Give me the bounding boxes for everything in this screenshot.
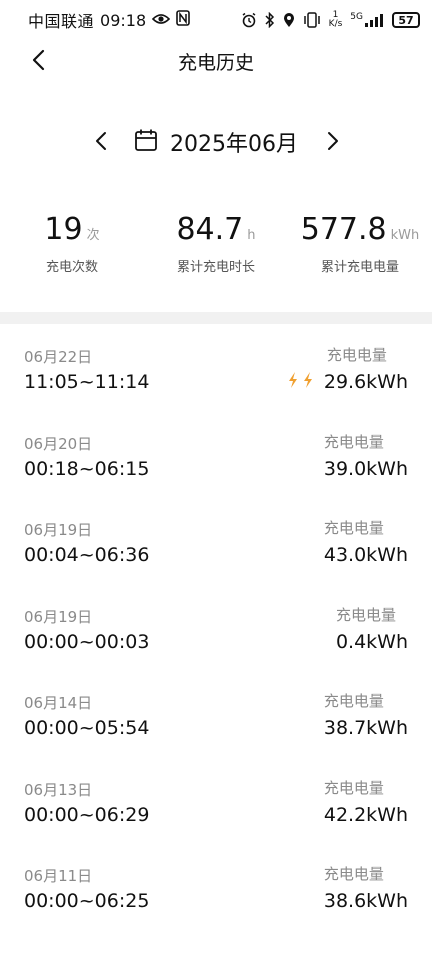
record-energy: 充电电量 38.6kWh <box>324 863 408 912</box>
record-time-range: 00:00~05:54 <box>24 717 150 739</box>
prev-month-button[interactable] <box>86 128 116 158</box>
list-item[interactable]: 06月22日 11:05~11:14 充电电量 29.6kWh <box>0 324 432 411</box>
record-energy-label: 充电电量 <box>323 432 384 451</box>
stat-value-row: 577.8 kWh <box>301 212 420 254</box>
record-energy-value: 43.0kWh <box>323 544 408 566</box>
carrier-name: 中国联通 <box>28 12 95 31</box>
back-button[interactable] <box>22 46 54 78</box>
record-date: 06月20日 <box>24 434 93 453</box>
status-right: 1 K/s 5G 57 <box>241 11 420 29</box>
record-time-range: 00:00~00:03 <box>24 630 150 653</box>
record-energy: 充电电量 29.6kWh <box>288 344 408 393</box>
stat-value-row: 84.7 h <box>176 212 255 254</box>
record-time-range: 00:18~06:15 <box>24 457 150 480</box>
status-left: 中国联通 09:18 <box>28 8 190 32</box>
stat-label: 累计充电时长 <box>176 260 255 275</box>
record-date: 06月14日 <box>24 694 93 712</box>
list-item[interactable]: 06月11日 00:00~06:25 充电电量 38.6kWh <box>0 843 432 930</box>
record-energy-value: 29.6kWh <box>323 371 408 393</box>
stat-value: 19 <box>44 212 83 247</box>
list-item[interactable]: 06月20日 00:18~06:15 充电电量 39.0kWh <box>0 411 432 498</box>
record-date: 06月13日 <box>24 780 93 799</box>
record-energy-row: 0.4kWh <box>336 631 408 653</box>
network-type: 5G <box>350 12 363 22</box>
record-energy-value: 39.0kWh <box>323 457 408 480</box>
record-date: 06月19日 <box>24 521 93 539</box>
record-time-range: 11:05~11:14 <box>24 371 150 393</box>
list-item[interactable]: 06月13日 00:00~06:29 充电电量 42.2kWh <box>0 757 432 844</box>
stat-charge-count: 19 次 充电次数 <box>0 212 144 282</box>
record-energy-value: 38.6kWh <box>323 890 408 912</box>
record-energy: 充电电量 0.4kWh <box>336 604 408 653</box>
record-energy-row: 38.6kWh <box>324 890 408 912</box>
record-date: 06月11日 <box>24 867 93 885</box>
eye-icon <box>151 11 171 30</box>
record-energy-value: 0.4kWh <box>335 630 408 653</box>
record-energy-label: 充电电量 <box>335 605 396 624</box>
record-date: 06月22日 <box>24 348 93 366</box>
next-month-button[interactable] <box>318 128 348 158</box>
page-header: 充电历史 <box>0 40 432 82</box>
month-selector: 2025年06月 <box>0 120 432 164</box>
record-energy-row: 29.6kWh <box>287 371 408 393</box>
record-energy-label: 充电电量 <box>323 519 384 537</box>
charge-record-list: 06月22日 11:05~11:14 充电电量 29.6kWh 06月20日 0… <box>0 324 432 930</box>
status-bar: 中国联通 09:18 1 K/s 5G 57 <box>0 0 432 40</box>
stat-label: 充电次数 <box>45 260 98 275</box>
stat-charge-energy: 577.8 kWh 累计充电电量 <box>288 212 432 282</box>
lightning-icon <box>287 371 299 393</box>
record-energy: 充电电量 43.0kWh <box>324 517 408 566</box>
stat-value: 84.7 <box>176 212 244 247</box>
record-energy: 充电电量 39.0kWh <box>324 431 408 480</box>
section-divider <box>0 312 432 324</box>
stat-unit: 次 <box>86 228 100 243</box>
stat-label: 累计充电电量 <box>320 260 399 275</box>
record-energy-row: 38.7kWh <box>324 717 408 739</box>
chevron-left-icon <box>31 49 45 75</box>
net-speed-unit: K/s <box>328 19 343 29</box>
record-energy-value: 38.7kWh <box>323 717 408 739</box>
record-time-range: 00:04~06:36 <box>24 544 150 566</box>
list-item[interactable]: 06月19日 00:04~06:36 充电电量 43.0kWh <box>0 497 432 584</box>
list-item[interactable]: 06月14日 00:00~05:54 充电电量 38.7kWh <box>0 670 432 757</box>
status-time: 09:18 <box>100 10 147 30</box>
record-energy-row: 42.2kWh <box>324 804 408 826</box>
stat-charge-duration: 84.7 h 累计充电时长 <box>144 212 288 282</box>
vibrate-icon <box>303 12 321 28</box>
chevron-left-icon <box>95 131 107 155</box>
record-date: 06月19日 <box>24 607 93 626</box>
record-energy-value: 42.2kWh <box>323 803 408 826</box>
nfc-icon <box>176 10 190 30</box>
battery-indicator: 57 <box>392 12 420 28</box>
net-speed: 1 K/s <box>329 11 343 29</box>
record-energy-row: 39.0kWh <box>324 458 408 480</box>
month-label: 2025年06月 <box>170 132 298 157</box>
record-energy-label: 充电电量 <box>323 778 384 797</box>
bluetooth-icon <box>265 12 275 28</box>
stat-value: 577.8 <box>300 212 387 247</box>
stat-unit: kWh <box>390 228 420 243</box>
alarm-icon <box>241 12 257 28</box>
record-energy-label: 充电电量 <box>323 692 384 710</box>
record-energy-label: 充电电量 <box>323 865 384 883</box>
record-energy: 充电电量 42.2kWh <box>324 777 408 826</box>
calendar-icon <box>134 128 158 156</box>
chevron-right-icon <box>327 131 339 155</box>
record-energy: 充电电量 38.7kWh <box>324 690 408 739</box>
record-energy-label: 充电电量 <box>326 346 387 364</box>
record-time-range: 00:00~06:29 <box>24 803 150 826</box>
location-icon <box>283 12 295 28</box>
list-item[interactable]: 06月19日 00:00~00:03 充电电量 0.4kWh <box>0 584 432 671</box>
month-picker[interactable]: 2025年06月 <box>134 126 298 158</box>
stats-summary: 19 次 充电次数 84.7 h 累计充电时长 577.8 kWh 累计充电电量 <box>0 212 432 282</box>
lightning-icon <box>302 371 314 393</box>
record-energy-row: 43.0kWh <box>324 544 408 566</box>
signal-icon: 5G <box>350 13 384 27</box>
stat-value-row: 19 次 <box>44 212 99 254</box>
page-title: 充电历史 <box>177 51 254 74</box>
fast-charge-badge <box>287 371 314 393</box>
record-time-range: 00:00~06:25 <box>24 890 150 912</box>
stat-unit: h <box>247 228 256 243</box>
